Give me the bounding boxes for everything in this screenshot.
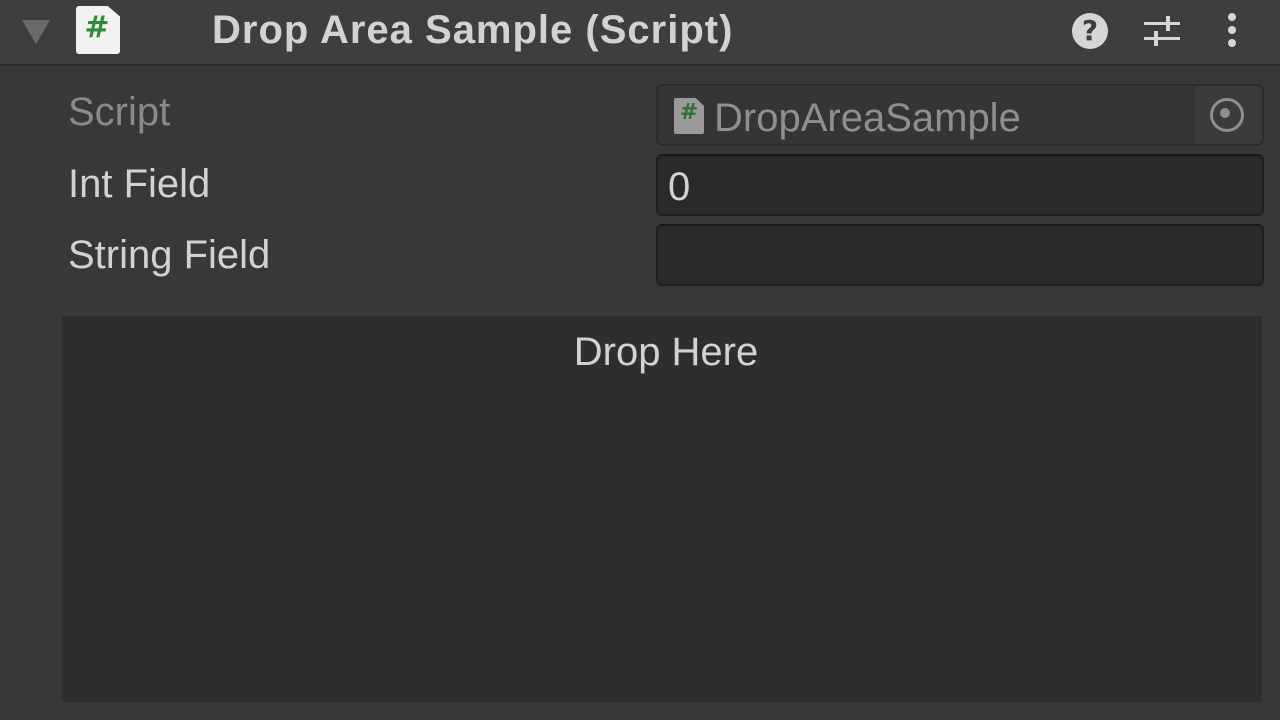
script-object-field: # DropAreaSample <box>656 84 1264 146</box>
foldout-triangle-icon[interactable] <box>22 20 50 44</box>
component-header[interactable]: # Drop Area Sample (Script) ? <box>0 0 1280 66</box>
drop-area-label: Drop Here <box>573 330 759 374</box>
context-menu-icon[interactable] <box>1222 12 1242 52</box>
csharp-script-icon: # <box>674 98 704 134</box>
string-field-input[interactable] <box>656 224 1264 286</box>
inspector-panel: # Drop Area Sample (Script) ? Script # D… <box>0 0 1280 720</box>
object-picker-button[interactable] <box>1193 86 1262 144</box>
string-field-label: String Field <box>68 233 271 277</box>
help-icon[interactable]: ? <box>1072 13 1108 49</box>
component-title: Drop Area Sample (Script) <box>212 8 734 52</box>
csharp-script-icon: # <box>76 6 120 54</box>
int-field-input[interactable]: 0 <box>656 154 1264 216</box>
drop-area[interactable]: Drop Here <box>62 316 1262 702</box>
script-label: Script <box>68 90 171 134</box>
preset-icon[interactable] <box>1144 14 1180 48</box>
script-object-name: DropAreaSample <box>714 96 1021 140</box>
int-field-value: 0 <box>668 165 691 209</box>
int-field-label: Int Field <box>68 162 211 206</box>
object-picker-dot <box>1220 108 1230 118</box>
